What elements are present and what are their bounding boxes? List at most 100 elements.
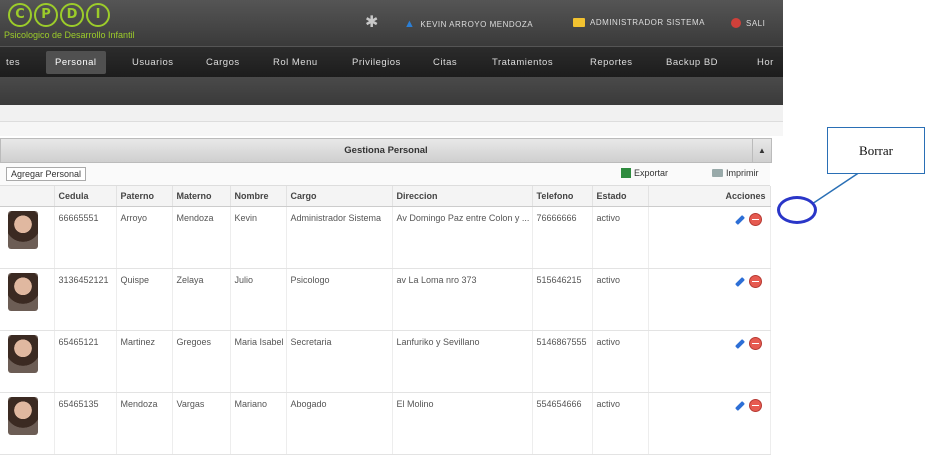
user-menu[interactable]: ▲ KEVIN ARROYO MENDOZA (404, 18, 533, 30)
logout-button[interactable]: SALI (731, 18, 765, 28)
export-label: Exportar (634, 168, 669, 178)
folder-icon (573, 18, 585, 27)
callout-borrar: Borrar (827, 127, 925, 174)
col-materno[interactable]: Materno (172, 186, 231, 207)
top-header: C P D I Psicologico de Desarrollo Infant… (0, 0, 783, 46)
col-telefono[interactable]: Telefono (532, 186, 593, 207)
col-estado[interactable]: Estado (592, 186, 649, 207)
cell-telefono: 76666666 (532, 206, 593, 269)
cell-telefono: 554654666 (532, 392, 593, 455)
print-button[interactable]: Imprimir (712, 168, 759, 178)
logout-label: SALI (746, 18, 766, 28)
cell-paterno: Martinez (116, 330, 173, 393)
row-actions (648, 268, 771, 331)
settings-icon[interactable]: ✱ (365, 12, 379, 32)
cell-telefono: 5146867555 (532, 330, 593, 393)
menu-item-hor[interactable]: Hor (757, 47, 774, 78)
sub-menu-bar (0, 77, 783, 105)
edit-icon[interactable] (734, 338, 745, 349)
cell-telefono: 515646215 (532, 268, 593, 331)
cell-direccion: av La Loma nro 373 (392, 268, 533, 331)
cell-materno: Vargas (172, 392, 231, 455)
table-row[interactable]: 65465135 Mendoza Vargas Mariano Abogado … (0, 392, 771, 455)
cell-paterno: Arroyo (116, 206, 173, 269)
menu-item-personal[interactable]: Personal (46, 51, 106, 74)
cell-nombre: Kevin (230, 206, 287, 269)
print-label: Imprimir (726, 168, 759, 178)
collapse-button[interactable]: ▲ (752, 139, 771, 162)
cell-cargo: Psicologo (286, 268, 393, 331)
edit-icon[interactable] (734, 214, 745, 225)
cell-cedula: 65465121 (54, 330, 117, 393)
row-actions (648, 330, 771, 393)
cell-paterno: Quispe (116, 268, 173, 331)
cell-direccion: Av Domingo Paz entre Colon y ... (392, 206, 533, 269)
menu-item-reportes[interactable]: Reportes (590, 47, 633, 78)
user-name: KEVIN ARROYO MENDOZA (420, 19, 534, 29)
user-icon: ▲ (404, 18, 416, 30)
grid-toolbar: Agregar Personal Exportar Imprimir (0, 163, 770, 186)
menu-item-privilegios[interactable]: Privilegios (352, 47, 401, 78)
cell-cedula: 65465135 (54, 392, 117, 455)
menu-item-tes[interactable]: tes (6, 47, 20, 78)
cell-nombre: Mariano (230, 392, 287, 455)
cell-cargo: Abogado (286, 392, 393, 455)
cell-materno: Gregoes (172, 330, 231, 393)
logo-letter-p: P (34, 3, 58, 27)
avatar (8, 335, 38, 373)
menu-item-rol-menu[interactable]: Rol Menu (273, 47, 318, 78)
logo-letter-c: C (8, 3, 32, 27)
delete-icon[interactable] (748, 275, 762, 288)
avatar (8, 397, 38, 435)
menu-item-usuarios[interactable]: Usuarios (132, 47, 174, 78)
delete-icon[interactable] (748, 337, 762, 350)
table-row[interactable]: 3136452121 Quispe Zelaya Julio Psicologo… (0, 268, 771, 331)
logo-letter-i: I (86, 3, 110, 27)
cell-estado: activo (592, 330, 649, 393)
cell-cargo: Administrador Sistema (286, 206, 393, 269)
export-button[interactable]: Exportar (621, 168, 668, 178)
cell-estado: activo (592, 268, 649, 331)
highlight-ring (777, 196, 817, 224)
edit-icon[interactable] (734, 276, 745, 287)
col-cedula[interactable]: Cedula (54, 186, 117, 207)
menu-item-backup[interactable]: Backup BD (666, 47, 718, 78)
cell-cedula: 66665551 (54, 206, 117, 269)
row-actions (648, 206, 771, 269)
menu-item-cargos[interactable]: Cargos (206, 47, 240, 78)
cell-direccion: Lanfuriko y Sevillano (392, 330, 533, 393)
col-acciones: Acciones (648, 186, 771, 207)
role-menu[interactable]: ADMINISTRADOR SISTEMA (573, 18, 705, 27)
table-row[interactable]: 66665551 Arroyo Mendoza Kevin Administra… (0, 206, 771, 269)
logout-icon (731, 18, 741, 28)
cell-materno: Zelaya (172, 268, 231, 331)
table-row[interactable]: 65465121 Martinez Gregoes Maria Isabel S… (0, 330, 771, 393)
panel-header: Gestiona Personal ▲ (0, 138, 772, 163)
panel-title: Gestiona Personal (344, 145, 428, 156)
cell-paterno: Mendoza (116, 392, 173, 455)
personal-table: Cedula Paterno Materno Nombre Cargo Dire… (0, 186, 771, 455)
delete-icon[interactable] (748, 213, 762, 226)
cell-nombre: Maria Isabel (230, 330, 287, 393)
col-photo[interactable] (0, 186, 55, 207)
excel-icon (621, 168, 631, 178)
add-personal-button[interactable]: Agregar Personal (6, 167, 87, 181)
breadcrumb-area (0, 105, 783, 122)
col-nombre[interactable]: Nombre (230, 186, 287, 207)
menu-item-tratamientos[interactable]: Tratamientos (492, 47, 553, 78)
delete-icon[interactable] (748, 399, 762, 412)
col-paterno[interactable]: Paterno (116, 186, 173, 207)
edit-icon[interactable] (734, 400, 745, 411)
row-actions (648, 392, 771, 455)
cell-materno: Mendoza (172, 206, 231, 269)
menu-item-citas[interactable]: Citas (433, 47, 457, 78)
col-cargo[interactable]: Cargo (286, 186, 393, 207)
logo-letter-d: D (60, 3, 84, 27)
cell-estado: activo (592, 392, 649, 455)
col-direccion[interactable]: Direccion (392, 186, 533, 207)
spacer (0, 122, 783, 136)
avatar (8, 211, 38, 249)
table-header-row: Cedula Paterno Materno Nombre Cargo Dire… (0, 186, 771, 207)
cell-direccion: El Molino (392, 392, 533, 455)
printer-icon (712, 169, 723, 177)
